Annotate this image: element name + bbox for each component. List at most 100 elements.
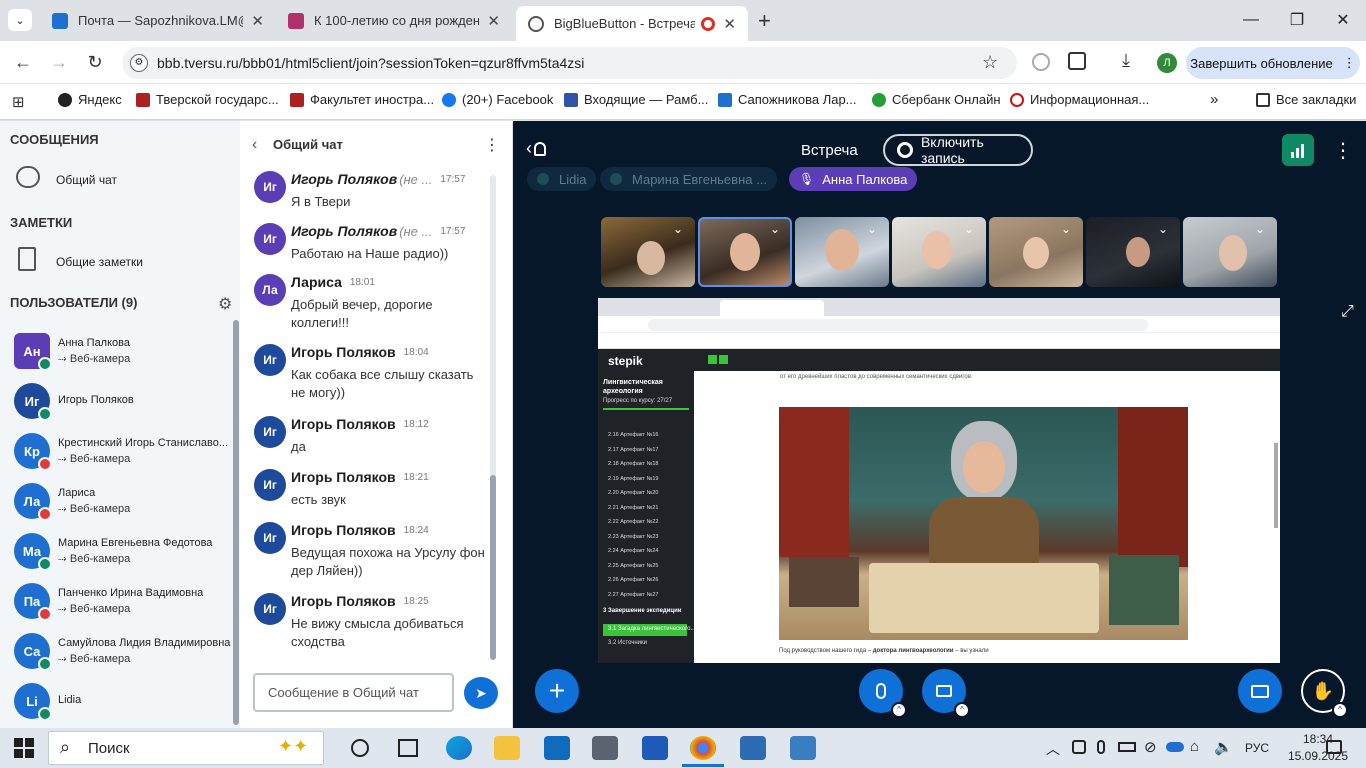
user-list-item[interactable]: Кр Крестинский Игорь Станиславо... ⤑ Веб-к… <box>14 433 239 479</box>
star-icon[interactable]: ☆ <box>982 52 998 73</box>
screenshare-button[interactable] <box>1238 669 1282 713</box>
cortana-icon[interactable] <box>351 739 369 757</box>
outlook-icon[interactable] <box>544 736 570 760</box>
meet-now-icon[interactable] <box>1072 740 1086 754</box>
task-view-icon[interactable] <box>398 739 418 757</box>
options-icon[interactable]: ⋮ <box>1333 138 1353 163</box>
chat-options-icon[interactable]: ⋮ <box>484 135 500 155</box>
chat-author: Игорь Поляков 18:04 <box>291 344 429 360</box>
user-list-item[interactable]: Па Панченко Ирина Вадимовна ⤑ Веб-камера <box>14 583 239 629</box>
bookmark-item[interactable]: Сбербанк Онлайн <box>872 92 1001 107</box>
edge-icon[interactable] <box>446 736 472 760</box>
lesson-illustration <box>779 407 1188 640</box>
new-tab-button[interactable]: + <box>758 8 771 34</box>
explorer-icon[interactable] <box>494 736 520 760</box>
close-icon[interactable]: ✕ <box>723 15 736 33</box>
bookmark-item[interactable]: Тверской государс... <box>136 92 279 107</box>
mic-muted-icon <box>38 507 52 521</box>
chat-avatar: Иг <box>254 344 286 376</box>
battery-icon[interactable] <box>1118 742 1136 752</box>
user-list-item[interactable]: Са Самуйлова Лидия Владимировна ⤑ Веб-каме… <box>14 633 239 679</box>
volume-icon[interactable]: 🔈 <box>1214 738 1233 756</box>
user-name: Lidia <box>58 694 82 706</box>
user-list-item[interactable]: Ан Анна Палкова ⤑ Веб-камера <box>14 333 239 379</box>
download-icon[interactable]: ⤓ <box>1122 50 1130 71</box>
forward-button[interactable]: → <box>44 47 74 77</box>
gear-icon[interactable]: ⚙ <box>218 294 232 314</box>
shared-notes-link[interactable]: Общие заметки <box>56 255 143 269</box>
chevron-up-icon[interactable]: ^ <box>954 702 970 718</box>
word-icon[interactable] <box>642 736 668 760</box>
chat-scrollbar[interactable] <box>490 175 496 660</box>
close-icon[interactable]: ✕ <box>487 12 500 30</box>
translate-icon[interactable] <box>1032 53 1050 71</box>
notifications-icon[interactable] <box>1326 740 1342 754</box>
calculator-icon[interactable] <box>592 736 618 760</box>
chevron-down-icon[interactable]: ⌄ <box>964 222 974 236</box>
bookmark-item[interactable]: Входящие — Рамб... <box>564 92 708 107</box>
tab-mail[interactable]: Почта — Sapozhnikova.LM@tversu.ru ✕ <box>40 0 276 41</box>
site-info-icon[interactable]: ⚙ <box>130 54 148 72</box>
bookmark-item[interactable]: Факультет иностра... <box>290 92 434 107</box>
fullscreen-icon[interactable]: ⤢ <box>1341 303 1354 321</box>
network-icon[interactable]: ⌂ <box>1190 738 1199 755</box>
maximize-button[interactable]: ❐ <box>1274 0 1320 40</box>
user-name: Самуйлова Лидия Владимировна <box>58 637 231 649</box>
back-button[interactable]: ← <box>8 47 38 77</box>
tab-anniversary[interactable]: К 100-летию со дня рождения ✕ <box>276 0 512 41</box>
bookmark-item[interactable]: Информационная... <box>1010 92 1149 107</box>
windows-start-icon[interactable] <box>14 738 34 758</box>
actions-button[interactable]: + <box>535 669 579 713</box>
minimize-button[interactable]: — <box>1228 0 1274 40</box>
sber-icon <box>872 92 886 107</box>
chevron-up-icon[interactable]: ︿ <box>1046 739 1060 759</box>
bookmark-item[interactable]: (20+) Facebook <box>442 92 553 107</box>
toggle-users-icon[interactable]: ‹ <box>526 138 546 159</box>
public-chat-link[interactable]: Общий чат <box>56 173 117 187</box>
photos-icon[interactable] <box>740 736 766 760</box>
close-icon[interactable]: ✕ <box>251 12 264 30</box>
more-bookmarks-icon[interactable]: » <box>1210 91 1218 108</box>
cloud-off-icon[interactable]: ⊘ <box>1144 738 1157 756</box>
user-list-item[interactable]: Li Lidia <box>14 683 239 729</box>
chrome-icon[interactable] <box>690 736 716 760</box>
record-button[interactable]: Включить запись <box>883 134 1033 166</box>
chevron-down-icon[interactable]: ⌄ <box>1255 222 1265 236</box>
chevron-down-icon[interactable]: ⌄ <box>673 222 683 236</box>
url-text: bbb.tversu.ru/bbb01/html5client/join?ses… <box>157 55 585 71</box>
language-indicator[interactable]: РУС <box>1245 741 1269 755</box>
tab-bigbluebutton[interactable]: BigBlueButton - Встреча - Г ✕ <box>516 6 748 41</box>
sparkle-icon: ✦✦ <box>278 736 309 756</box>
chat-author: Лариса 18:01 <box>291 274 375 290</box>
onedrive-icon[interactable] <box>1166 742 1184 752</box>
chevron-down-icon[interactable]: ⌄ <box>867 222 877 236</box>
active-app-indicator <box>682 764 724 767</box>
recording-icon <box>701 16 716 31</box>
globe-icon <box>528 15 544 32</box>
profile-avatar[interactable]: Л <box>1157 53 1177 73</box>
close-window-button[interactable]: ✕ <box>1320 0 1366 40</box>
reload-button[interactable]: ↻ <box>80 47 110 77</box>
chevron-up-icon[interactable]: ^ <box>891 702 907 718</box>
update-button[interactable]: Завершить обновление ⋮ <box>1186 47 1360 79</box>
lesson-item: 2.24 Артефакт №24 <box>608 548 659 554</box>
microphone-tray-icon[interactable] <box>1097 740 1105 754</box>
user-list-item[interactable]: Ла Лариса ⤑ Веб-камера <box>14 483 239 529</box>
chevron-left-icon[interactable]: ‹ <box>252 136 257 154</box>
chevron-down-icon[interactable]: ⌄ <box>1158 222 1168 236</box>
chevron-down-icon[interactable]: ⌄ <box>770 222 780 236</box>
connection-status-icon[interactable] <box>1282 134 1314 166</box>
chevron-up-icon[interactable]: ^ <box>1332 702 1348 718</box>
app-icon[interactable] <box>790 736 816 760</box>
user-list-item[interactable]: Иг Игорь Поляков <box>14 383 239 429</box>
apps-icon[interactable]: ⊞ <box>12 93 25 111</box>
chat-avatar: Иг <box>254 171 286 203</box>
send-button[interactable]: ➤ <box>464 677 498 709</box>
extensions-icon[interactable] <box>1068 52 1086 70</box>
bookmark-item[interactable]: Сапожникова Лар... <box>718 92 857 107</box>
bookmark-item[interactable]: Яндекс <box>58 92 122 107</box>
all-bookmarks[interactable]: Все закладки <box>1256 92 1356 107</box>
user-list-item[interactable]: Ма Марина Евгеньевна Федотова ⤑ Веб-камера <box>14 533 239 579</box>
tab-search-icon[interactable]: ⌄ <box>8 9 32 31</box>
chevron-down-icon[interactable]: ⌄ <box>1061 222 1071 236</box>
